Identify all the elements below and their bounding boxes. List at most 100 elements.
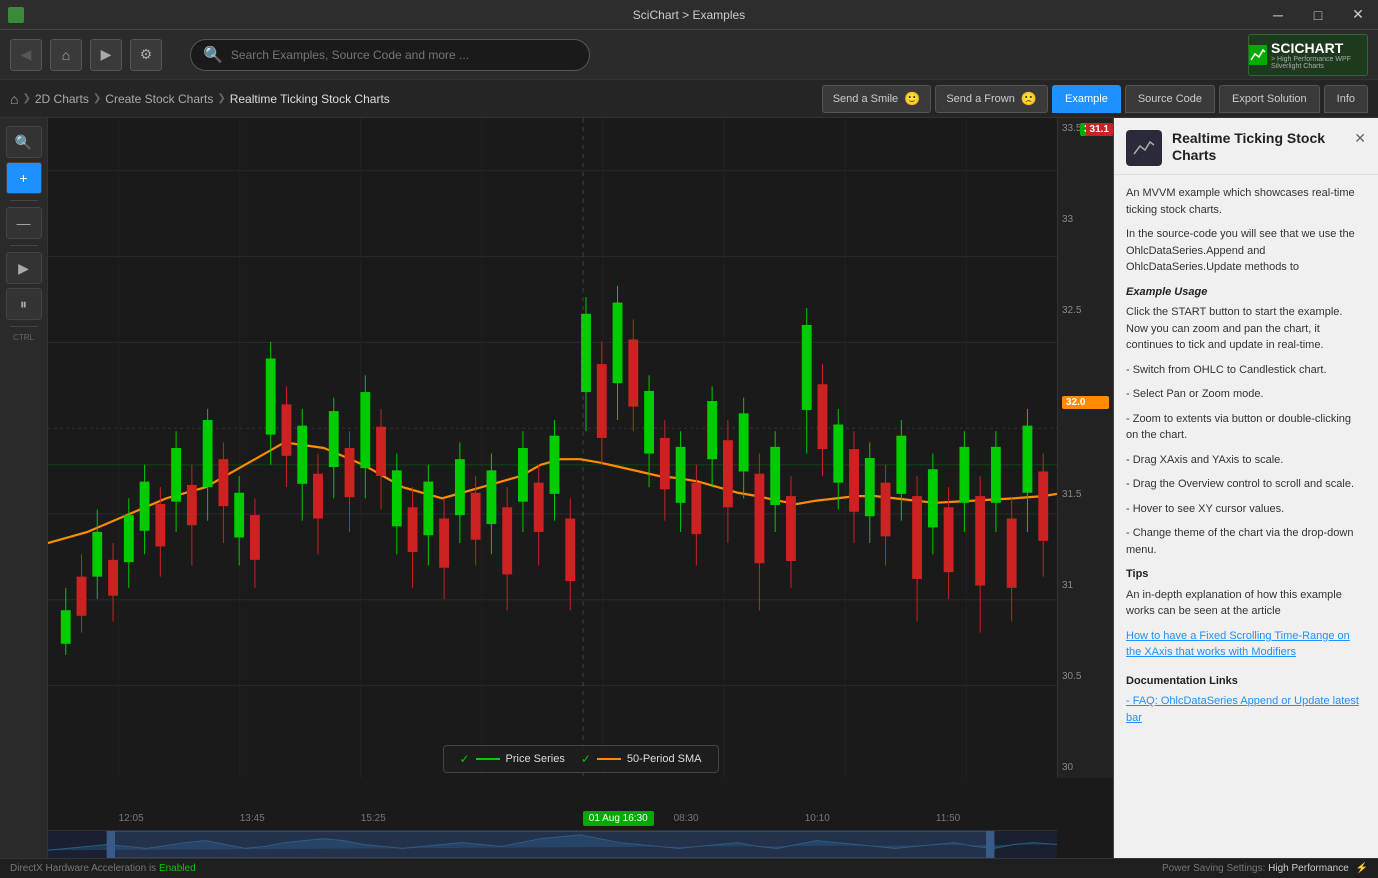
power-text: Power Saving Settings: (1162, 863, 1265, 874)
right-panel-body: An MVVM example which showcases real-tim… (1114, 175, 1378, 736)
legend-sma: ✓ 50-Period SMA (581, 752, 702, 766)
breadcrumb-2d-charts[interactable]: 2D Charts (35, 92, 89, 106)
y-label-305: 30.5 (1062, 671, 1109, 682)
x-label-2: 13:45 (240, 813, 265, 824)
gear-icon: ⚙ (140, 46, 153, 63)
overview-control[interactable] (48, 830, 1057, 858)
search-input[interactable] (231, 48, 577, 62)
y-axis: 33.5 33 32.5 32.0 31.5 31.71 31.1 31 30.… (1057, 118, 1113, 778)
logo-text: SCICHART (1271, 40, 1367, 56)
titlebar-title: SciChart > Examples (633, 8, 745, 22)
legend-price-series: ✓ Price Series (459, 752, 564, 766)
faq-link[interactable]: - FAQ: OhlcDataSeries Append or Update l… (1126, 695, 1359, 724)
tip-4: - Drag XAxis and YAxis to scale. (1126, 452, 1366, 469)
status-text: DirectX Hardware Acceleration is (10, 863, 156, 874)
tool-separator-1 (10, 200, 38, 201)
breadcrumb-sep-2: ❯ (93, 93, 101, 104)
y-label-325: 32.5 (1062, 305, 1109, 316)
tab-info[interactable]: Info (1324, 85, 1368, 113)
tooltip-price-label: 31.1 (1086, 123, 1113, 136)
current-price-container: 31.5 (1062, 489, 1109, 500)
left-panel: 🔍 + — ▶ ⏸ CTRL (0, 118, 48, 858)
tips-title: Tips (1126, 566, 1366, 583)
description-1: An MVVM example which showcases real-tim… (1126, 185, 1366, 218)
tab-source-code[interactable]: Source Code (1125, 85, 1215, 113)
minimize-button[interactable]: ─ (1258, 0, 1298, 30)
tips-list: - Switch from OHLC to Candlestick chart.… (1126, 362, 1366, 559)
doc-title: Documentation Links (1126, 673, 1366, 690)
sma-label: 50-Period SMA (627, 753, 702, 765)
x-axis: 12:05 13:45 15:25 01 Aug 16:30 08:30 10:… (48, 808, 1057, 828)
tool-separator-2 (10, 245, 38, 246)
overview-svg (48, 831, 1057, 858)
settings-button[interactable]: ⚙ (130, 39, 162, 71)
forward-button[interactable]: ▶ (90, 39, 122, 71)
chart-area[interactable]: 33.5 33 32.5 32.0 31.5 31.71 31.1 31 30.… (48, 118, 1113, 858)
maximize-button[interactable]: □ (1298, 0, 1338, 30)
candle-group (61, 286, 1048, 655)
description-2: In the source-code you will see that we … (1126, 226, 1366, 276)
pause-tool[interactable]: ⏸ (6, 288, 42, 320)
send-frown-button[interactable]: Send a Frown 🙁 (935, 85, 1048, 113)
breadcrumb-sep-3: ❯ (217, 93, 225, 104)
status-right: Power Saving Settings: High Performance … (1162, 863, 1368, 874)
power-icon: ⚡ (1356, 863, 1368, 874)
tip-7: - Change theme of the chart via the drop… (1126, 525, 1366, 558)
breadcrumb-bar: ⌂ ❯ 2D Charts ❯ Create Stock Charts ❯ Re… (0, 80, 1378, 118)
power-value: High Performance (1268, 863, 1349, 874)
zoom-tool[interactable]: 🔍 (6, 126, 42, 158)
x-label-4: 01 Aug 16:30 (583, 813, 654, 824)
price-series-check: ✓ (459, 752, 469, 766)
sma-price-label: 32.0 (1062, 396, 1109, 409)
breadcrumb-create-stock[interactable]: Create Stock Charts (105, 92, 213, 106)
send-smile-button[interactable]: Send a Smile 🙂 (822, 85, 932, 113)
price-series-line (476, 758, 500, 760)
ctrl-label: CTRL (13, 333, 34, 342)
usage-title: Example Usage (1126, 284, 1366, 301)
price-series-label: Price Series (506, 753, 565, 765)
tip-1: - Switch from OHLC to Candlestick chart. (1126, 362, 1366, 379)
status-value: Enabled (159, 863, 196, 874)
x-label-7: 11:50 (936, 813, 960, 824)
breadcrumb-current: Realtime Ticking Stock Charts (230, 92, 390, 106)
breadcrumb: ⌂ ❯ 2D Charts ❯ Create Stock Charts ❯ Re… (10, 91, 390, 107)
tip-6: - Hover to see XY cursor values. (1126, 501, 1366, 518)
y-label-31: 31 (1062, 580, 1109, 591)
tip-3: - Zoom to extents via button or double-c… (1126, 411, 1366, 444)
panel-title-text: Realtime Ticking Stock Charts (1172, 130, 1344, 164)
tab-export[interactable]: Export Solution (1219, 85, 1320, 113)
toolbar: ◀ ⌂ ▶ ⚙ 🔍 SCICHART > High Performance WP… (0, 30, 1378, 80)
search-bar: 🔍 (190, 39, 590, 71)
tip-2: - Select Pan or Zoom mode. (1126, 386, 1366, 403)
logo-box: SCICHART > High Performance WPF Silverli… (1248, 34, 1368, 76)
candlestick-chart (48, 118, 1057, 778)
sma-check: ✓ (581, 752, 591, 766)
breadcrumb-home[interactable]: ⌂ (10, 91, 18, 107)
status-left: DirectX Hardware Acceleration is Enabled (10, 863, 196, 874)
titlebar-controls: ─ □ ✕ (1258, 0, 1378, 30)
x-label-6: 10:10 (805, 813, 830, 824)
logo-chart-icon (1249, 45, 1267, 65)
panel-icon (1126, 130, 1162, 166)
smile-label: Send a Smile (833, 93, 898, 105)
home-button[interactable]: ⌂ (50, 39, 82, 71)
y-label-33: 33 (1062, 214, 1109, 225)
crosshair-tool[interactable]: + (6, 162, 42, 194)
logo-content: SCICHART > High Performance WPF Silverli… (1271, 40, 1367, 70)
tab-example[interactable]: Example (1052, 85, 1121, 113)
titlebar-left (0, 7, 24, 23)
y-label-30: 30 (1062, 762, 1109, 773)
usage-text: Click the START button to start the exam… (1126, 304, 1366, 354)
close-button[interactable]: ✕ (1338, 0, 1378, 30)
fixed-scrolling-link[interactable]: How to have a Fixed Scrolling Time-Range… (1126, 630, 1350, 659)
back-button[interactable]: ◀ (10, 39, 42, 71)
minus-tool[interactable]: — (6, 207, 42, 239)
right-panel-header: Realtime Ticking Stock Charts ✕ (1114, 118, 1378, 175)
frown-label: Send a Frown (946, 93, 1014, 105)
close-panel-button[interactable]: ✕ (1354, 130, 1366, 147)
logo-subtitle: > High Performance WPF Silverlight Chart… (1271, 56, 1367, 70)
smile-icon: 🙂 (904, 91, 920, 107)
play-tool[interactable]: ▶ (6, 252, 42, 284)
tips-desc: An in-depth explanation of how this exam… (1126, 587, 1366, 620)
x-label-3: 15:25 (361, 813, 386, 824)
